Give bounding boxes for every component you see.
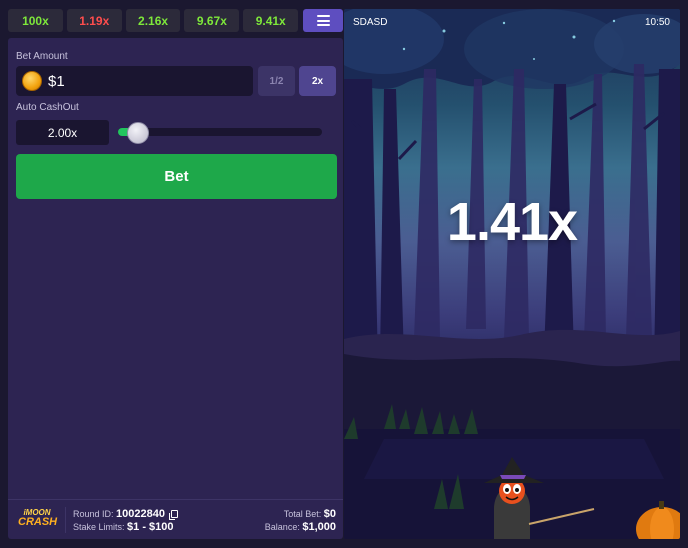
moon-crash-logo: iMOON CRASH	[18, 509, 58, 533]
half-bet-button[interactable]: 1/2	[258, 66, 295, 96]
bet-button[interactable]: Bet	[16, 154, 337, 199]
total-bet: Total Bet: $0	[284, 508, 336, 520]
stake-limits-value: $1 - $100	[127, 521, 174, 533]
balance-value: $1,000	[302, 521, 336, 533]
bet-amount-label: Bet Amount	[16, 51, 68, 62]
auto-cashout-input[interactable]: 2.00x	[16, 120, 109, 145]
bet-amount-input[interactable]: $1	[16, 66, 253, 96]
round-id: Round ID: 10022840	[73, 508, 178, 520]
bet-panel: Bet Amount $1 1/2 2x Auto CashOut 2.00x …	[8, 38, 343, 539]
round-id-value: 10022840	[116, 508, 165, 520]
current-multiplier: 1.41x	[446, 192, 578, 252]
slider-thumb[interactable]	[127, 122, 149, 144]
stake-limits-label: Stake Limits:	[73, 522, 125, 532]
total-bet-label: Total Bet:	[283, 509, 322, 519]
balance-label: Balance:	[264, 522, 300, 532]
player-name: SDASD	[353, 17, 388, 28]
balance: Balance: $1,000	[265, 521, 336, 533]
forest-background	[344, 9, 680, 539]
footer-divider	[65, 507, 66, 533]
auto-cashout-label: Auto CashOut	[16, 102, 79, 113]
copy-icon[interactable]	[168, 510, 178, 520]
multiplier-history: 100x 1.19x 2.16x 9.67x 9.41x	[8, 9, 344, 33]
logo-line2: CRASH	[18, 516, 58, 528]
round-id-label: Round ID:	[73, 509, 114, 519]
history-chip[interactable]: 2.16x	[125, 9, 181, 32]
history-chip[interactable]: 9.41x	[243, 9, 299, 32]
history-chip[interactable]: 9.67x	[184, 9, 240, 32]
history-chip[interactable]: 1.19x	[66, 9, 122, 32]
history-chip[interactable]: 100x	[8, 9, 63, 32]
round-info-footer: iMOON CRASH Round ID: 10022840 Stake Lim…	[8, 499, 343, 539]
hamburger-icon	[316, 15, 330, 26]
menu-button[interactable]	[303, 9, 344, 32]
bet-amount-value: $1	[48, 72, 65, 90]
game-scene: SDASD 10:50 1.41x	[344, 9, 680, 539]
coin-icon	[22, 71, 42, 91]
total-bet-value: $0	[323, 508, 336, 520]
clock: 10:50	[644, 17, 670, 28]
double-bet-button[interactable]: 2x	[299, 66, 336, 96]
stake-limits: Stake Limits: $1 - $100	[73, 521, 174, 533]
